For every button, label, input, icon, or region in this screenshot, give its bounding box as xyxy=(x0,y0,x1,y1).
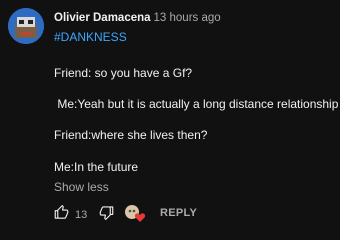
like-count: 13 xyxy=(75,209,88,221)
author-name[interactable]: Olivier Damacena xyxy=(54,12,151,24)
comment-line: Me:In the future xyxy=(54,160,139,174)
comment-line: Friend: so you have a Gf? xyxy=(54,66,193,80)
comment-line: Me:Yeah but it is actually a long distan… xyxy=(54,97,339,111)
thumb-up-icon xyxy=(54,205,69,225)
avatar-image xyxy=(8,8,44,44)
creator-heart-icon xyxy=(124,203,146,223)
show-less-button[interactable]: Show less xyxy=(54,180,109,194)
comment-header: Olivier Damacena 13 hours ago xyxy=(54,11,221,25)
like-button[interactable]: 13 xyxy=(54,205,87,225)
comment-actions: 13 REPLY xyxy=(54,205,334,223)
dislike-button[interactable] xyxy=(99,205,114,225)
thumb-down-icon xyxy=(99,205,114,225)
comment-timestamp[interactable]: 13 hours ago xyxy=(154,12,221,24)
hashtag-link[interactable]: #DANKNESS xyxy=(54,30,127,44)
reply-button[interactable]: REPLY xyxy=(160,207,197,219)
reply-label: REPLY xyxy=(160,207,198,219)
avatar[interactable] xyxy=(8,8,44,44)
comment-line: Friend:where she lives then? xyxy=(54,128,208,142)
